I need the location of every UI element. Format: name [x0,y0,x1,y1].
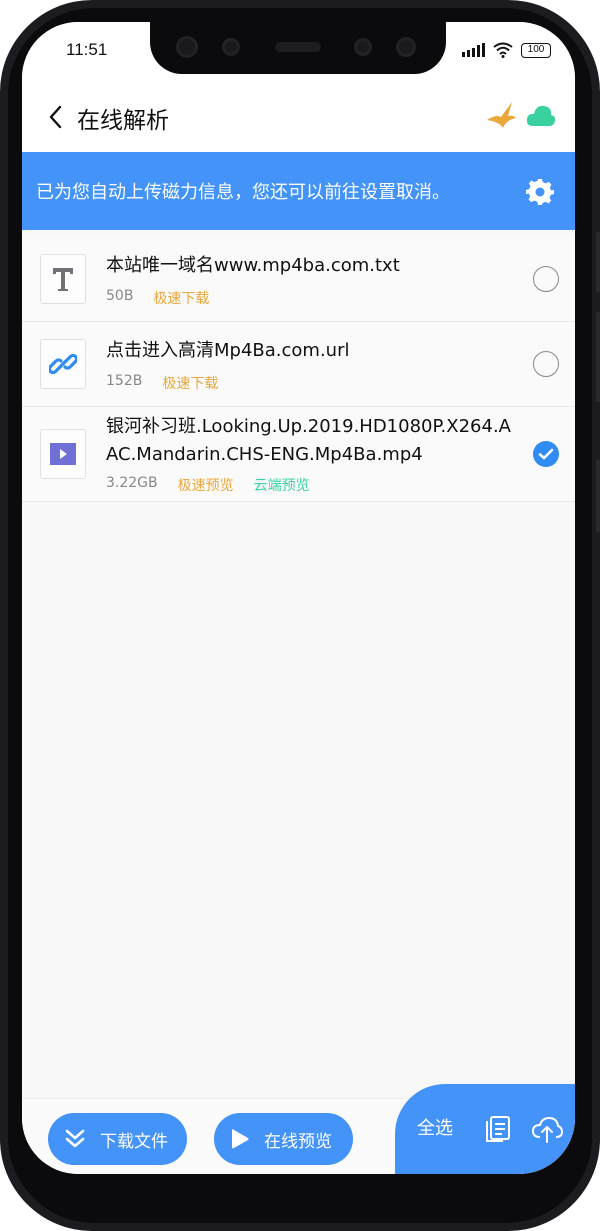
selection-actions: 全选 [395,1084,575,1174]
volume-down-button [596,312,600,402]
fast-preview-link[interactable]: 极速预览 [178,475,234,495]
sensor-icon [354,38,372,56]
back-arrow-icon[interactable] [44,102,68,132]
app-header: 在线解析 [22,84,575,152]
file-name: 本站唯一域名www.mp4ba.com.txt [106,255,400,276]
status-icons: 100 [462,42,551,58]
camera-notch [150,22,446,74]
file-meta: 3.22GB 极速预览 云端预览 [106,475,310,495]
video-file-icon [40,429,86,479]
gear-icon[interactable] [526,178,554,206]
select-checkbox-checked[interactable] [533,441,559,467]
battery-icon: 100 [521,42,551,58]
screen: 11:51 100 在线解析 已为您自动上传磁力信息，您还可以前往设置取消。 本… [22,22,575,1174]
power-button [596,460,600,532]
online-preview-button[interactable]: 在线预览 [214,1113,353,1165]
file-size: 152B [106,373,143,389]
wifi-icon [493,42,513,58]
select-all-button[interactable]: 全选 [417,1114,453,1140]
select-checkbox[interactable] [533,266,559,292]
file-list: 本站唯一域名www.mp4ba.com.txt 50B 极速下载 点击进入高清M… [22,236,575,502]
volume-up-button [596,232,600,292]
camera-icon [396,37,416,57]
sensor-icon [222,38,240,56]
fast-download-link[interactable]: 极速下载 [162,373,218,393]
online-preview-label: 在线预览 [264,1131,332,1152]
fast-download-link[interactable]: 极速下载 [153,288,209,308]
link-file-icon [40,339,86,389]
earpiece-speaker [275,42,321,52]
camera-icon [176,36,198,58]
check-icon [538,448,554,460]
file-meta: 50B 极速下载 [106,288,209,308]
copy-list-icon[interactable] [483,1114,513,1144]
text-file-icon [40,254,86,304]
download-files-button[interactable]: 下载文件 [48,1113,187,1165]
page-title: 在线解析 [77,108,169,134]
phone-frame: 11:51 100 在线解析 已为您自动上传磁力信息，您还可以前往设置取消。 本… [0,0,600,1231]
banner-text: 已为您自动上传磁力信息，您还可以前往设置取消。 [36,182,450,203]
list-item[interactable]: 本站唯一域名www.mp4ba.com.txt 50B 极速下载 [22,236,575,322]
double-chevron-down-icon [65,1129,85,1148]
select-checkbox[interactable] [533,351,559,377]
bird-icon[interactable] [484,98,518,132]
file-name: 银河补习班.Looking.Up.2019.HD1080P.X264.AAC.M… [106,416,511,465]
cloud-preview-link[interactable]: 云端预览 [254,475,310,495]
notice-banner: 已为您自动上传磁力信息，您还可以前往设置取消。 [22,152,575,230]
signal-icon [462,43,485,57]
file-size: 50B [106,288,134,304]
cloud-upload-icon[interactable] [531,1114,563,1144]
file-size: 3.22GB [106,475,158,491]
download-files-label: 下载文件 [100,1131,168,1152]
file-name: 点击进入高清Mp4Ba.com.url [106,340,350,361]
file-meta: 152B 极速下载 [106,373,218,393]
play-icon [232,1129,249,1149]
status-time: 11:51 [66,40,108,59]
list-item[interactable]: 点击进入高清Mp4Ba.com.url 152B 极速下载 [22,322,575,407]
list-item[interactable]: 银河补习班.Looking.Up.2019.HD1080P.X264.AAC.M… [22,407,575,502]
cloud-icon[interactable] [526,102,556,128]
